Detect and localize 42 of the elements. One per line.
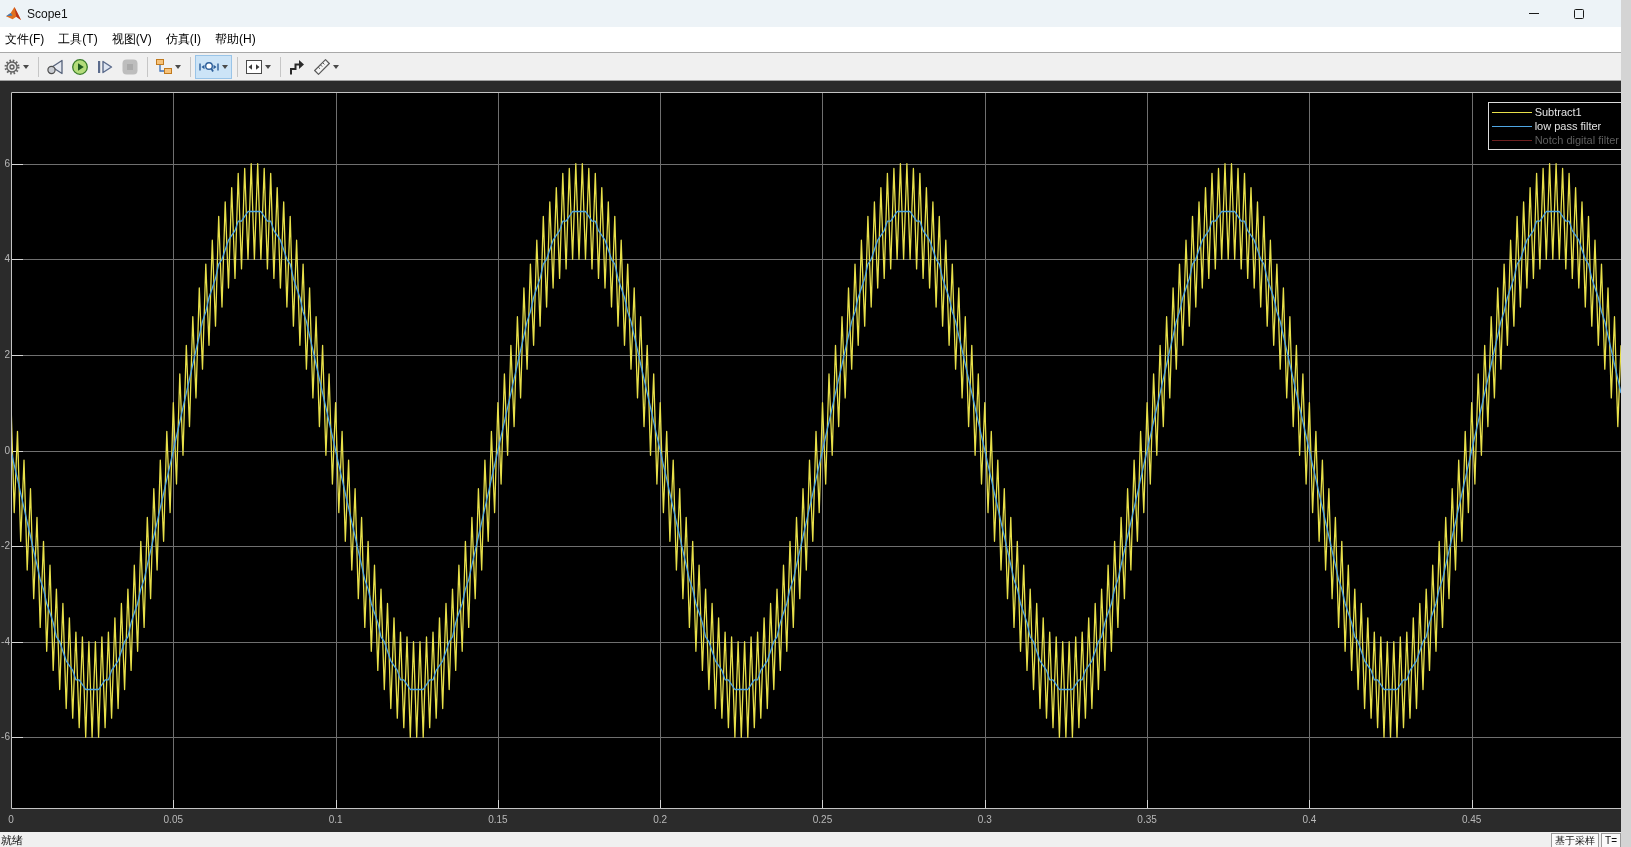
x-tick-label: 0.15 bbox=[488, 814, 508, 826]
y-tick-label: 2 bbox=[4, 348, 10, 361]
y-tick-label: -2 bbox=[1, 540, 10, 553]
play-icon bbox=[72, 58, 88, 75]
stairs-arrow-icon bbox=[289, 58, 305, 75]
legend-label: Subtract1 bbox=[1534, 105, 1582, 119]
stop-icon bbox=[122, 58, 138, 75]
x-tick-label: 0.35 bbox=[1137, 814, 1157, 826]
menu-item[interactable]: 帮助(H) bbox=[210, 28, 265, 51]
legend-label: low pass filter bbox=[1534, 119, 1602, 133]
peak-icon bbox=[6, 6, 21, 21]
y-tick-label: 4 bbox=[4, 253, 10, 266]
menu-item[interactable]: 视图(V) bbox=[106, 28, 161, 51]
menu-item[interactable]: 工具(T) bbox=[53, 28, 107, 51]
x-tick-label: 0.2 bbox=[653, 814, 668, 826]
x-tick-label: 0.05 bbox=[163, 814, 184, 826]
minimize-icon bbox=[1528, 13, 1539, 14]
step-back-icon bbox=[47, 58, 63, 75]
status-field: 基于采样 bbox=[1551, 833, 1600, 847]
y-tick-label: -6 bbox=[1, 731, 10, 744]
zoom-button[interactable] bbox=[195, 54, 232, 79]
menu-item[interactable]: 文件(F) bbox=[0, 28, 54, 51]
y-tick-label: 0 bbox=[4, 444, 10, 457]
x-tick-label: 0.25 bbox=[812, 814, 833, 826]
x-tick-label: 0 bbox=[8, 814, 14, 826]
menu-item[interactable]: 仿真(I) bbox=[160, 28, 210, 51]
maximize-icon bbox=[1573, 8, 1584, 19]
step-forward-icon bbox=[97, 58, 113, 75]
status-text: 就绪 bbox=[1, 832, 23, 847]
gear-icon bbox=[4, 58, 20, 75]
status-field: T= bbox=[1601, 833, 1621, 847]
y-tick-label: 6 bbox=[4, 157, 10, 170]
y-tick-label: -4 bbox=[1, 635, 10, 648]
x-tick-label: 0.4 bbox=[1302, 814, 1317, 826]
blocks-icon bbox=[156, 58, 172, 75]
x-tick-label: 0.45 bbox=[1461, 814, 1482, 826]
ruler-icon bbox=[314, 58, 330, 75]
x-tick-label: 0.3 bbox=[977, 814, 992, 826]
legend-label: Notch digital filter bbox=[1534, 133, 1619, 147]
window-title: Scope1 bbox=[27, 6, 68, 21]
x-tick-label: 0.1 bbox=[328, 814, 343, 826]
fit-arrows-icon bbox=[246, 58, 262, 75]
